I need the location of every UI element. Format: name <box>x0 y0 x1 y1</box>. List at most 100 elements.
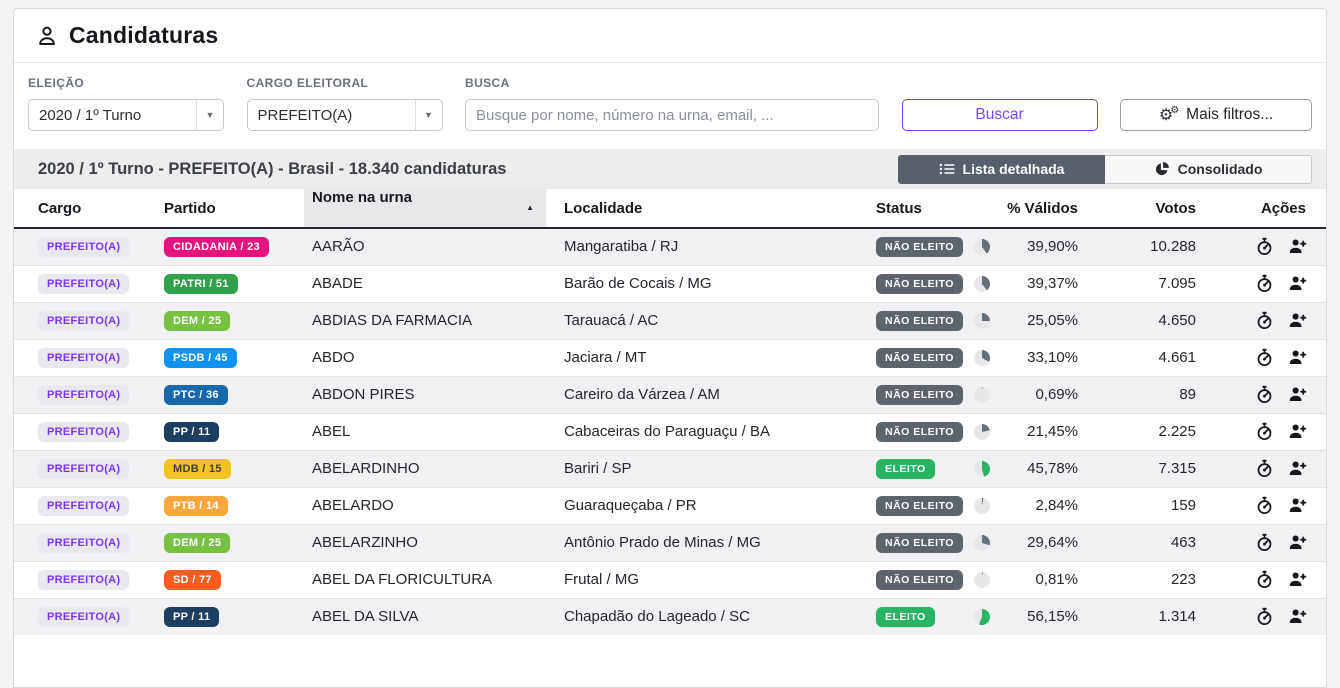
tab-consolidado[interactable]: Consolidado <box>1105 155 1312 184</box>
status-badge: NÃO ELEITO <box>876 385 963 405</box>
candidaturas-panel: Candidaturas ELEIÇÃO 2020 / 1º Turno ▼ C… <box>13 8 1327 688</box>
person-add-icon[interactable] <box>1288 533 1308 552</box>
locality: Antônio Prado de Minas / MG <box>546 524 856 561</box>
person-add-icon[interactable] <box>1288 348 1308 367</box>
table-row[interactable]: PREFEITO(A) PATRI / 51 ABADE Barão de Co… <box>14 265 1327 302</box>
votes-value: 89 <box>1086 376 1204 413</box>
locality: Mangaratiba / RJ <box>546 228 856 265</box>
votes-value: 10.288 <box>1086 228 1204 265</box>
votes-value: 4.650 <box>1086 302 1204 339</box>
percent-valid-value: 21,45% <box>998 423 1078 440</box>
timer-icon[interactable] <box>1255 496 1274 515</box>
timer-icon[interactable] <box>1255 422 1274 441</box>
column-header-pct-validos[interactable]: % Válidos <box>974 189 1086 228</box>
table-row[interactable]: PREFEITO(A) PTC / 36 ABDON PIRES Careiro… <box>14 376 1327 413</box>
ballot-name: ABELARDINHO <box>304 450 546 487</box>
column-header-partido[interactable]: Partido <box>140 189 304 228</box>
percent-pie-icon <box>974 572 990 588</box>
timer-icon[interactable] <box>1255 274 1274 293</box>
ballot-name: AARÃO <box>304 228 546 265</box>
column-header-votos[interactable]: Votos <box>1086 189 1204 228</box>
party-badge: PTC / 36 <box>164 385 228 405</box>
timer-icon[interactable] <box>1255 311 1274 330</box>
table-row[interactable]: PREFEITO(A) PTB / 14 ABELARDO Guaraqueça… <box>14 487 1327 524</box>
search-input[interactable] <box>465 99 879 131</box>
buscar-button[interactable]: Buscar <box>902 99 1098 131</box>
mais-filtros-button[interactable]: ⚙⚙ Mais filtros... <box>1120 99 1312 131</box>
votes-value: 223 <box>1086 561 1204 598</box>
status-badge: NÃO ELEITO <box>876 348 963 368</box>
table-row[interactable]: PREFEITO(A) MDB / 15 ABELARDINHO Bariri … <box>14 450 1327 487</box>
percent-valid-value: 0,81% <box>998 571 1078 588</box>
percent-valid-value: 29,64% <box>998 534 1078 551</box>
timer-icon[interactable] <box>1255 607 1274 626</box>
status-badge: NÃO ELEITO <box>876 237 963 257</box>
person-add-icon[interactable] <box>1288 570 1308 589</box>
percent-pie-icon <box>974 350 990 366</box>
timer-icon[interactable] <box>1255 348 1274 367</box>
gears-icon: ⚙⚙ <box>1159 106 1179 124</box>
chevron-down-icon: ▼ <box>196 100 223 130</box>
pie-chart-icon <box>1154 161 1170 177</box>
column-header-localidade[interactable]: Localidade <box>546 189 856 228</box>
table-body: PREFEITO(A) CIDADANIA / 23 AARÃO Mangara… <box>14 228 1327 635</box>
cargo-badge: PREFEITO(A) <box>38 422 129 442</box>
column-header-cargo[interactable]: Cargo <box>14 189 140 228</box>
percent-valid-value: 39,90% <box>998 238 1078 255</box>
person-add-icon[interactable] <box>1288 385 1308 404</box>
cargo-badge: PREFEITO(A) <box>38 533 129 553</box>
votes-value: 2.225 <box>1086 413 1204 450</box>
eleicao-select[interactable]: 2020 / 1º Turno ▼ <box>28 99 224 131</box>
cargo-badge: PREFEITO(A) <box>38 385 129 405</box>
ballot-name: ABEL <box>304 413 546 450</box>
locality: Cabaceiras do Paraguaçu / BA <box>546 413 856 450</box>
timer-icon[interactable] <box>1255 570 1274 589</box>
busca-label: BUSCA <box>465 76 879 90</box>
person-add-icon[interactable] <box>1288 274 1308 293</box>
table-row[interactable]: PREFEITO(A) PP / 11 ABEL Cabaceiras do P… <box>14 413 1327 450</box>
table-row[interactable]: PREFEITO(A) DEM / 25 ABELARZINHO Antônio… <box>14 524 1327 561</box>
filter-busca: BUSCA <box>465 76 879 131</box>
percent-pie-icon <box>974 276 990 292</box>
table-row[interactable]: PREFEITO(A) PP / 11 ABEL DA SILVA Chapad… <box>14 598 1327 635</box>
tab-lista-detalhada[interactable]: Lista detalhada <box>898 155 1105 184</box>
locality: Barão de Cocais / MG <box>546 265 856 302</box>
person-add-icon[interactable] <box>1288 607 1308 626</box>
locality: Tarauacá / AC <box>546 302 856 339</box>
party-badge: CIDADANIA / 23 <box>164 237 269 257</box>
ballot-name: ABADE <box>304 265 546 302</box>
party-badge: PP / 11 <box>164 607 219 627</box>
table-row[interactable]: PREFEITO(A) CIDADANIA / 23 AARÃO Mangara… <box>14 228 1327 265</box>
votes-value: 4.661 <box>1086 339 1204 376</box>
person-add-icon[interactable] <box>1288 496 1308 515</box>
eleicao-label: ELEIÇÃO <box>28 76 224 90</box>
percent-pie-icon <box>974 387 990 403</box>
column-header-status[interactable]: Status <box>856 189 974 228</box>
view-tabs: Lista detalhada Consolidado <box>898 155 1312 184</box>
person-add-icon[interactable] <box>1288 422 1308 441</box>
timer-icon[interactable] <box>1255 385 1274 404</box>
ballot-name: ABEL DA FLORICULTURA <box>304 561 546 598</box>
panel-header: Candidaturas <box>14 9 1326 63</box>
status-badge: NÃO ELEITO <box>876 533 963 553</box>
timer-icon[interactable] <box>1255 533 1274 552</box>
table-row[interactable]: PREFEITO(A) DEM / 25 ABDIAS DA FARMACIA … <box>14 302 1327 339</box>
cargo-select[interactable]: PREFEITO(A) ▼ <box>247 99 443 131</box>
cargo-badge: PREFEITO(A) <box>38 274 129 294</box>
timer-icon[interactable] <box>1255 237 1274 256</box>
party-badge: PTB / 14 <box>164 496 228 516</box>
timer-icon[interactable] <box>1255 459 1274 478</box>
column-header-nome-na-urna[interactable]: Nome na urna ▲ <box>304 189 546 228</box>
table-header-row: Cargo Partido Nome na urna ▲ Localidade … <box>14 189 1327 228</box>
table-row[interactable]: PREFEITO(A) SD / 77 ABEL DA FLORICULTURA… <box>14 561 1327 598</box>
table-row[interactable]: PREFEITO(A) PSDB / 45 ABDO Jaciara / MT … <box>14 339 1327 376</box>
cargo-badge: PREFEITO(A) <box>38 311 129 331</box>
percent-valid-value: 39,37% <box>998 275 1078 292</box>
person-add-icon[interactable] <box>1288 459 1308 478</box>
locality: Chapadão do Lageado / SC <box>546 598 856 635</box>
person-add-icon[interactable] <box>1288 237 1308 256</box>
person-add-icon[interactable] <box>1288 311 1308 330</box>
party-badge: DEM / 25 <box>164 311 230 331</box>
status-badge: ELEITO <box>876 459 935 479</box>
person-icon <box>35 24 59 48</box>
